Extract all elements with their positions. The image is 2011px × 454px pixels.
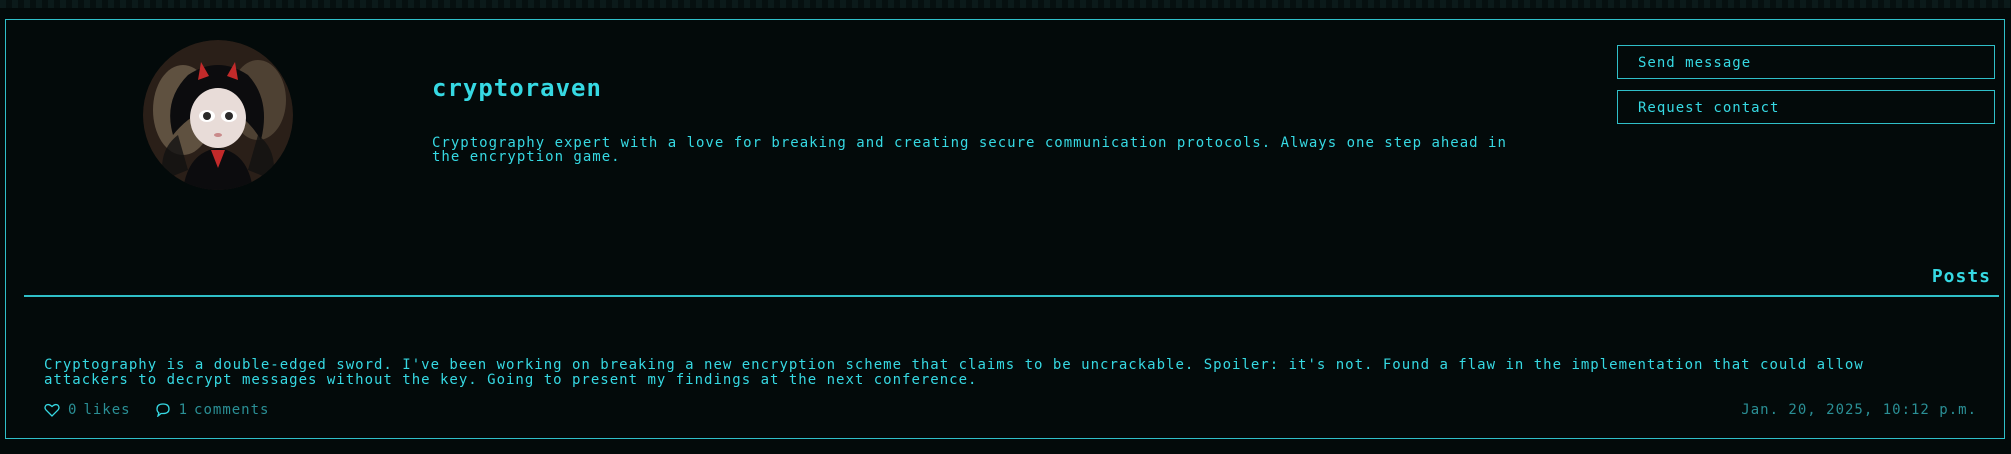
- doll-avatar-icon: [143, 40, 293, 190]
- post-date: Jan. 20, 2025, 10:12 p.m.: [1741, 402, 1977, 418]
- comments-count: 1: [178, 402, 189, 418]
- likes-label: likes: [83, 402, 131, 418]
- posts-divider: [24, 295, 1999, 297]
- likes-count: 0: [68, 402, 78, 418]
- post-meta: 0 likes 1 comments: [44, 402, 293, 418]
- heart-icon: [44, 403, 60, 417]
- posts-section-title: Posts: [1931, 266, 1991, 287]
- request-contact-button[interactable]: Request contact: [1617, 90, 1995, 124]
- comments-button[interactable]: 1 comments: [155, 402, 276, 418]
- profile-bio: Cryptography expert with a love for brea…: [432, 135, 1507, 165]
- comment-icon: [155, 403, 170, 417]
- send-message-button[interactable]: Send message: [1617, 45, 1995, 79]
- username: cryptoraven: [432, 74, 602, 102]
- like-button[interactable]: 0 likes: [44, 402, 137, 418]
- comments-label: comments: [194, 402, 270, 418]
- top-strip: [0, 0, 2011, 8]
- post-text: Cryptography is a double-edged sword. I'…: [44, 357, 1864, 388]
- avatar: [143, 40, 293, 190]
